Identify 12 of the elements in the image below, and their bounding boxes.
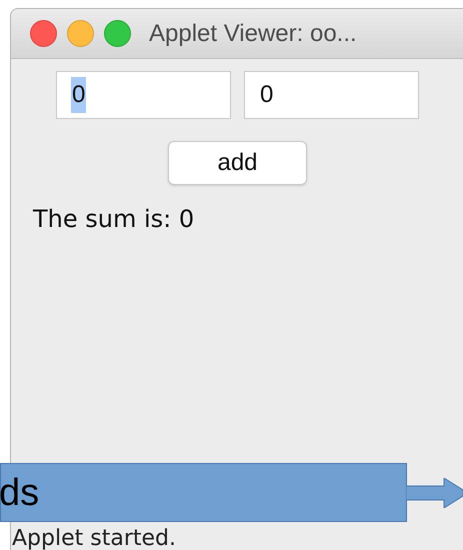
- minimize-button[interactable]: [67, 20, 94, 47]
- callout-box: ds: [0, 463, 407, 522]
- close-button[interactable]: [30, 20, 57, 47]
- number-field[interactable]: 0: [56, 71, 231, 119]
- window-title: Applet Viewer: oo...: [149, 18, 357, 48]
- arrow-icon: [406, 478, 463, 508]
- add-button[interactable]: add: [168, 141, 307, 185]
- status-text: Applet started.: [12, 525, 176, 550]
- number-field[interactable]: 0: [244, 71, 419, 119]
- field-text: 0: [71, 77, 86, 113]
- sum-label: The sum is: 0: [33, 205, 194, 233]
- zoom-button[interactable]: [104, 20, 131, 47]
